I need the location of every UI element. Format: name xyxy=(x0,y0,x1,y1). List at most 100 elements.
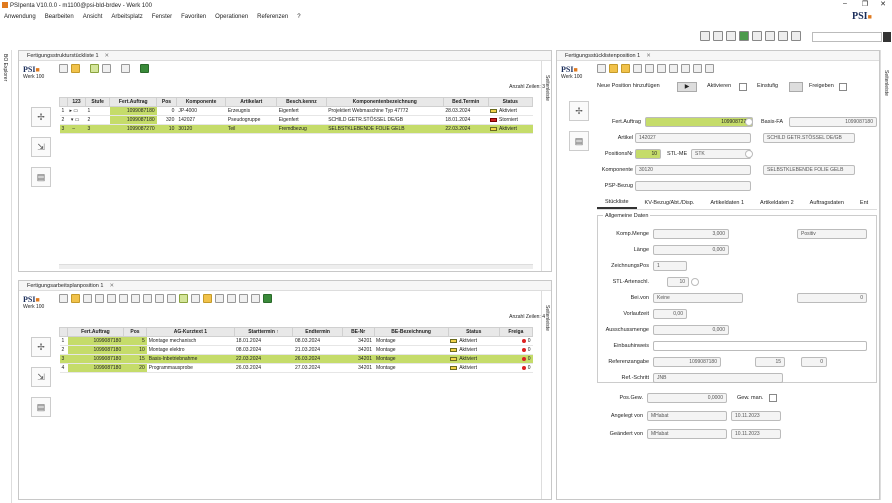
menu-ansicht[interactable]: Ansicht xyxy=(83,14,103,20)
pin-icon[interactable]: ✢ xyxy=(31,107,51,127)
bo-explorer-strip[interactable]: BO Explorer xyxy=(0,50,12,503)
referenz-sub-field[interactable]: 0 xyxy=(801,357,827,367)
view-icon[interactable] xyxy=(179,293,188,303)
pin-icon[interactable]: ✢ xyxy=(31,337,51,357)
laenge-field[interactable]: 0,000 xyxy=(653,245,729,255)
col-be-bezeichnung[interactable]: BE-Bezeichnung xyxy=(373,327,449,337)
copy-icon[interactable] xyxy=(95,293,104,303)
col-be-nr[interactable]: BE-Nr xyxy=(341,327,375,337)
komp-menge-field[interactable]: 3,000 xyxy=(653,229,729,239)
menu-fenster[interactable]: Fenster xyxy=(152,14,172,20)
tab-auftragsdaten[interactable]: Auftragsdaten xyxy=(802,197,852,209)
layout-icon[interactable] xyxy=(191,293,200,303)
col-endtermin[interactable]: Endtermin xyxy=(292,327,343,337)
lookup-icon[interactable] xyxy=(745,118,753,126)
expand-icon[interactable] xyxy=(59,63,68,73)
col-pos[interactable]: Pos xyxy=(156,97,177,107)
referenzangabe-field[interactable]: 1099087180 xyxy=(653,357,721,367)
tab-artikeldaten-1[interactable]: Artikeldaten 1 xyxy=(702,197,752,209)
lookup-icon[interactable] xyxy=(745,150,753,158)
paste-icon[interactable] xyxy=(155,293,164,303)
view-icon[interactable] xyxy=(90,63,99,73)
table-icon[interactable] xyxy=(791,31,801,41)
tab-fertigungsstrukturstueckliste[interactable]: Fertigungsstrukturstückliste 1 ✕ xyxy=(19,51,551,61)
menu-favoriten[interactable]: Favoriten xyxy=(181,14,206,20)
run-button[interactable]: ▶ xyxy=(677,82,697,92)
bell-icon[interactable] xyxy=(765,31,775,41)
einbauhinweis-field[interactable] xyxy=(653,341,867,351)
col-komponentenbezeichnung[interactable]: Komponentenbezeichnung xyxy=(325,97,444,107)
col-stufe[interactable]: Stufe xyxy=(84,97,111,107)
menu-help[interactable]: ? xyxy=(297,14,300,20)
neue-position-button[interactable]: Neue Position hinzufügen xyxy=(597,83,660,89)
vorlaufzeit-field[interactable]: 0,00 xyxy=(653,309,687,319)
komponente-field[interactable]: 30120 xyxy=(635,165,751,175)
navigate-icon[interactable]: ⇲ xyxy=(31,137,51,157)
close-tab-icon[interactable]: ✕ xyxy=(646,53,651,59)
seitenleiste-strip[interactable]: Seitenleiste xyxy=(541,291,551,499)
col-fertauftrag[interactable]: Fert.Auftrag xyxy=(67,327,124,337)
col-pos[interactable]: Pos xyxy=(122,327,148,337)
copy-icon[interactable] xyxy=(752,31,762,41)
layout-icon[interactable] xyxy=(102,63,111,73)
mail-icon[interactable] xyxy=(251,293,260,303)
pos-gew-field[interactable]: 0,0000 xyxy=(647,393,727,403)
zeichnungspos-field[interactable]: 1 xyxy=(653,261,687,271)
last-icon[interactable] xyxy=(693,63,702,73)
cut-icon[interactable] xyxy=(143,293,152,303)
search-input[interactable] xyxy=(812,32,882,42)
star-icon[interactable] xyxy=(203,293,212,303)
search-go-button[interactable] xyxy=(883,32,891,42)
delete-icon[interactable] xyxy=(645,63,654,73)
filter-icon[interactable] xyxy=(621,63,630,73)
expand-icon[interactable] xyxy=(59,293,68,303)
filter-icon[interactable] xyxy=(71,63,80,73)
sort-icon[interactable] xyxy=(227,293,236,303)
col-ag-kurztext[interactable]: AG-Kurztext 1 xyxy=(146,327,235,337)
link-icon[interactable] xyxy=(167,293,176,303)
mail-icon[interactable] xyxy=(121,63,130,73)
calendar-icon[interactable] xyxy=(700,31,710,41)
positiv-select[interactable]: Positiv xyxy=(797,229,867,239)
psp-bezug-field[interactable] xyxy=(635,181,751,191)
search-icon[interactable] xyxy=(119,293,128,303)
tab-fertigungsstuecklistenposition[interactable]: Fertigungsstücklistenposition 1 ✕ xyxy=(557,51,879,61)
beistellung-select[interactable]: Keine xyxy=(653,293,743,303)
details-icon[interactable]: ▤ xyxy=(569,131,589,151)
list-icon[interactable] xyxy=(215,293,224,303)
first-icon[interactable] xyxy=(657,63,666,73)
prev-icon[interactable] xyxy=(669,63,678,73)
col-status[interactable]: Status xyxy=(447,327,500,337)
col-artikelart[interactable]: Artikelart xyxy=(225,97,278,107)
table-row[interactable]: 4 1099087180 20 Programmausprobe 26.03.2024 2… xyxy=(59,363,533,373)
stl-artenschl-field[interactable]: 10 xyxy=(667,277,689,287)
freigeben-checkbox[interactable] xyxy=(839,83,847,91)
seitenleiste-strip-right[interactable]: Seitenleiste xyxy=(880,50,890,500)
close-tab-icon[interactable]: ✕ xyxy=(105,53,110,59)
positionsnr-field[interactable]: 10 xyxy=(635,149,661,159)
menu-operationen[interactable]: Operationen xyxy=(215,14,248,20)
save-icon[interactable] xyxy=(633,63,642,73)
export-icon[interactable] xyxy=(239,293,248,303)
table-row[interactable]: 1 ▸ ▭ 1 1099087180 0 JP-4000 Erzeugnis Ei… xyxy=(59,106,533,116)
col-fertauftrag[interactable]: Fert.Auftrag xyxy=(109,97,158,107)
aktivieren-checkbox[interactable] xyxy=(739,83,747,91)
einstufig-button[interactable] xyxy=(789,82,803,92)
navigate-icon[interactable]: ⇲ xyxy=(31,367,51,387)
filter-icon[interactable] xyxy=(71,293,80,303)
users-icon[interactable] xyxy=(778,31,788,41)
table-row[interactable]: 2 ▾ ▭ 2 1099087180 320 142027 Pseudogrup… xyxy=(59,115,533,125)
details-icon[interactable]: ▤ xyxy=(31,167,51,187)
fert-auftrag-field[interactable]: 1099087270 xyxy=(645,117,753,127)
menu-arbeitsplatz[interactable]: Arbeitsplatz xyxy=(111,14,142,20)
expand-icon[interactable] xyxy=(597,63,606,73)
excel-icon[interactable] xyxy=(140,63,149,73)
tab-kv-bezug[interactable]: KV-Bezug/Abt./Disp. xyxy=(637,197,703,209)
table-row-selected[interactable]: 3 1099087180 15 Basis-Inbetriebnahme 22.03.2… xyxy=(59,354,533,364)
next-icon[interactable] xyxy=(681,63,690,73)
details-icon[interactable]: ▤ xyxy=(31,397,51,417)
pin-icon[interactable]: ✢ xyxy=(569,101,589,121)
col-beschkennz[interactable]: Besch.kennz xyxy=(276,97,327,107)
menu-anwendung[interactable]: Anwendung xyxy=(4,14,36,20)
tab-fertigungsarbeitsplanposition[interactable]: Fertigungsarbeitsplanposition 1 ✕ xyxy=(19,281,551,291)
